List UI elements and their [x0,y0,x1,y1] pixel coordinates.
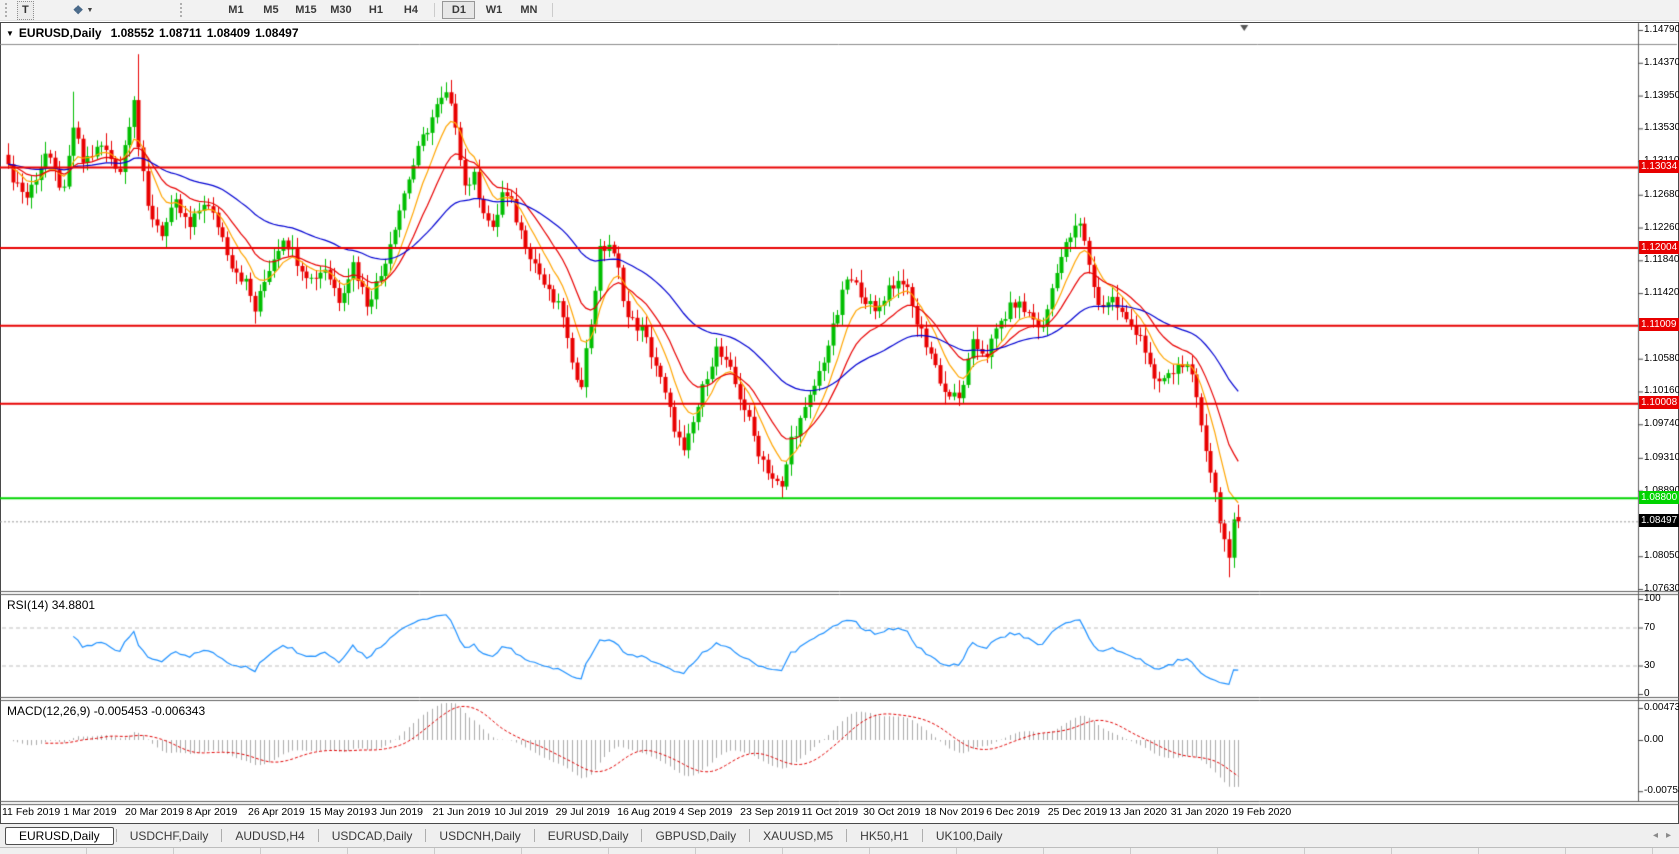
chart-canvas[interactable] [0,0,1679,853]
